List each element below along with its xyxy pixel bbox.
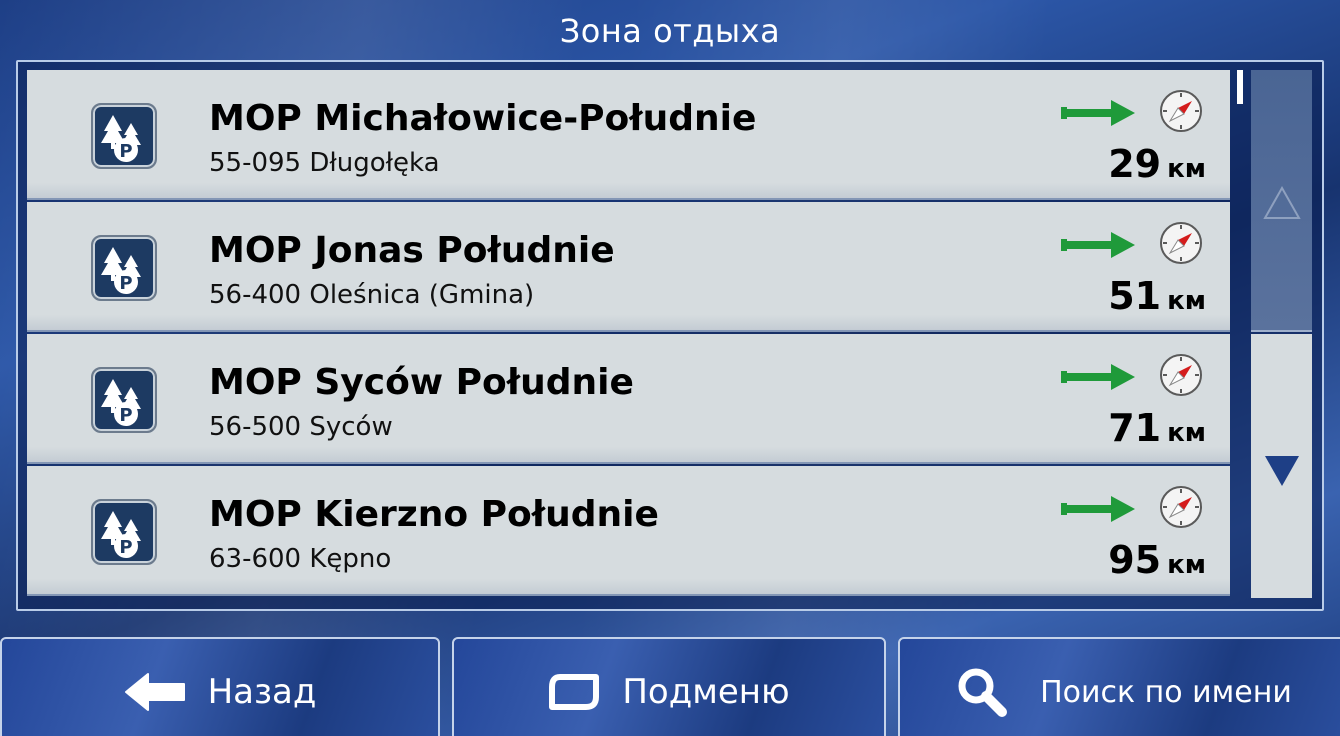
result-row[interactable]: P MOP Michałowice-Południe 55-095 Długoł… bbox=[27, 70, 1230, 200]
triangle-down-icon bbox=[1265, 456, 1299, 486]
result-address: 63-600 Kępno bbox=[209, 544, 392, 574]
scroll-thumb[interactable] bbox=[1237, 70, 1243, 104]
result-name: MOP Michałowice-Południe bbox=[209, 98, 757, 139]
result-address: 55-095 Długołęka bbox=[209, 148, 440, 178]
distance-value: 71 bbox=[1108, 406, 1162, 450]
distance-value: 29 bbox=[1108, 142, 1162, 186]
arrow-right-icon bbox=[1061, 232, 1135, 258]
distance-value: 51 bbox=[1108, 274, 1162, 318]
submenu-icon bbox=[549, 674, 600, 710]
results-list: P MOP Michałowice-Południe 55-095 Długoł… bbox=[27, 70, 1230, 598]
back-button[interactable]: Назад bbox=[0, 637, 440, 736]
submenu-button[interactable]: Подменю bbox=[452, 637, 886, 736]
search-button-label: Поиск по имени bbox=[1040, 674, 1292, 710]
distance-unit: км bbox=[1167, 286, 1206, 316]
result-distance: 71 км bbox=[1108, 406, 1206, 450]
arrow-right-icon bbox=[1061, 496, 1135, 522]
distance-value: 95 bbox=[1108, 538, 1162, 582]
compass-icon bbox=[1160, 222, 1202, 264]
result-name: MOP Kierzno Południe bbox=[209, 494, 659, 535]
scroll-down-button[interactable] bbox=[1251, 334, 1312, 598]
rest-area-parking-icon: P bbox=[91, 103, 157, 169]
compass-icon bbox=[1160, 90, 1202, 132]
rest-area-parking-icon: P bbox=[91, 235, 157, 301]
compass-icon bbox=[1160, 486, 1202, 528]
result-distance: 29 км bbox=[1108, 142, 1206, 186]
compass-icon bbox=[1160, 354, 1202, 396]
rest-area-parking-icon: P bbox=[91, 499, 157, 565]
page-title: Зона отдыха bbox=[559, 12, 781, 50]
svg-text:P: P bbox=[119, 405, 132, 426]
result-row[interactable]: P MOP Kierzno Południe 63-600 Kępno 95 км bbox=[27, 466, 1230, 596]
result-name: MOP Syców Południe bbox=[209, 362, 634, 403]
svg-text:P: P bbox=[119, 537, 132, 558]
result-row[interactable]: P MOP Syców Południe 56-500 Syców 71 км bbox=[27, 334, 1230, 464]
result-address: 56-500 Syców bbox=[209, 412, 393, 442]
result-address: 56-400 Oleśnica (Gmina) bbox=[209, 280, 535, 310]
distance-unit: км bbox=[1167, 550, 1206, 580]
distance-unit: км bbox=[1167, 154, 1206, 184]
submenu-button-label: Подменю bbox=[622, 672, 790, 712]
result-distance: 51 км bbox=[1108, 274, 1206, 318]
rest-area-parking-icon: P bbox=[91, 367, 157, 433]
svg-text:P: P bbox=[119, 273, 132, 294]
scrollbar[interactable] bbox=[1251, 70, 1312, 598]
scroll-up-button[interactable] bbox=[1251, 70, 1312, 332]
svg-text:P: P bbox=[119, 141, 132, 162]
search-by-name-button[interactable]: Поиск по имени bbox=[898, 637, 1340, 736]
result-distance: 95 км bbox=[1108, 538, 1206, 582]
result-name: MOP Jonas Południe bbox=[209, 230, 615, 271]
arrow-right-icon bbox=[1061, 364, 1135, 390]
search-icon bbox=[958, 668, 1008, 717]
arrow-right-icon bbox=[1061, 100, 1135, 126]
triangle-up-icon bbox=[1263, 186, 1301, 219]
distance-unit: км bbox=[1167, 418, 1206, 448]
result-row[interactable]: P MOP Jonas Południe 56-400 Oleśnica (Gm… bbox=[27, 202, 1230, 332]
arrow-left-icon bbox=[124, 673, 185, 711]
back-button-label: Назад bbox=[207, 672, 317, 712]
